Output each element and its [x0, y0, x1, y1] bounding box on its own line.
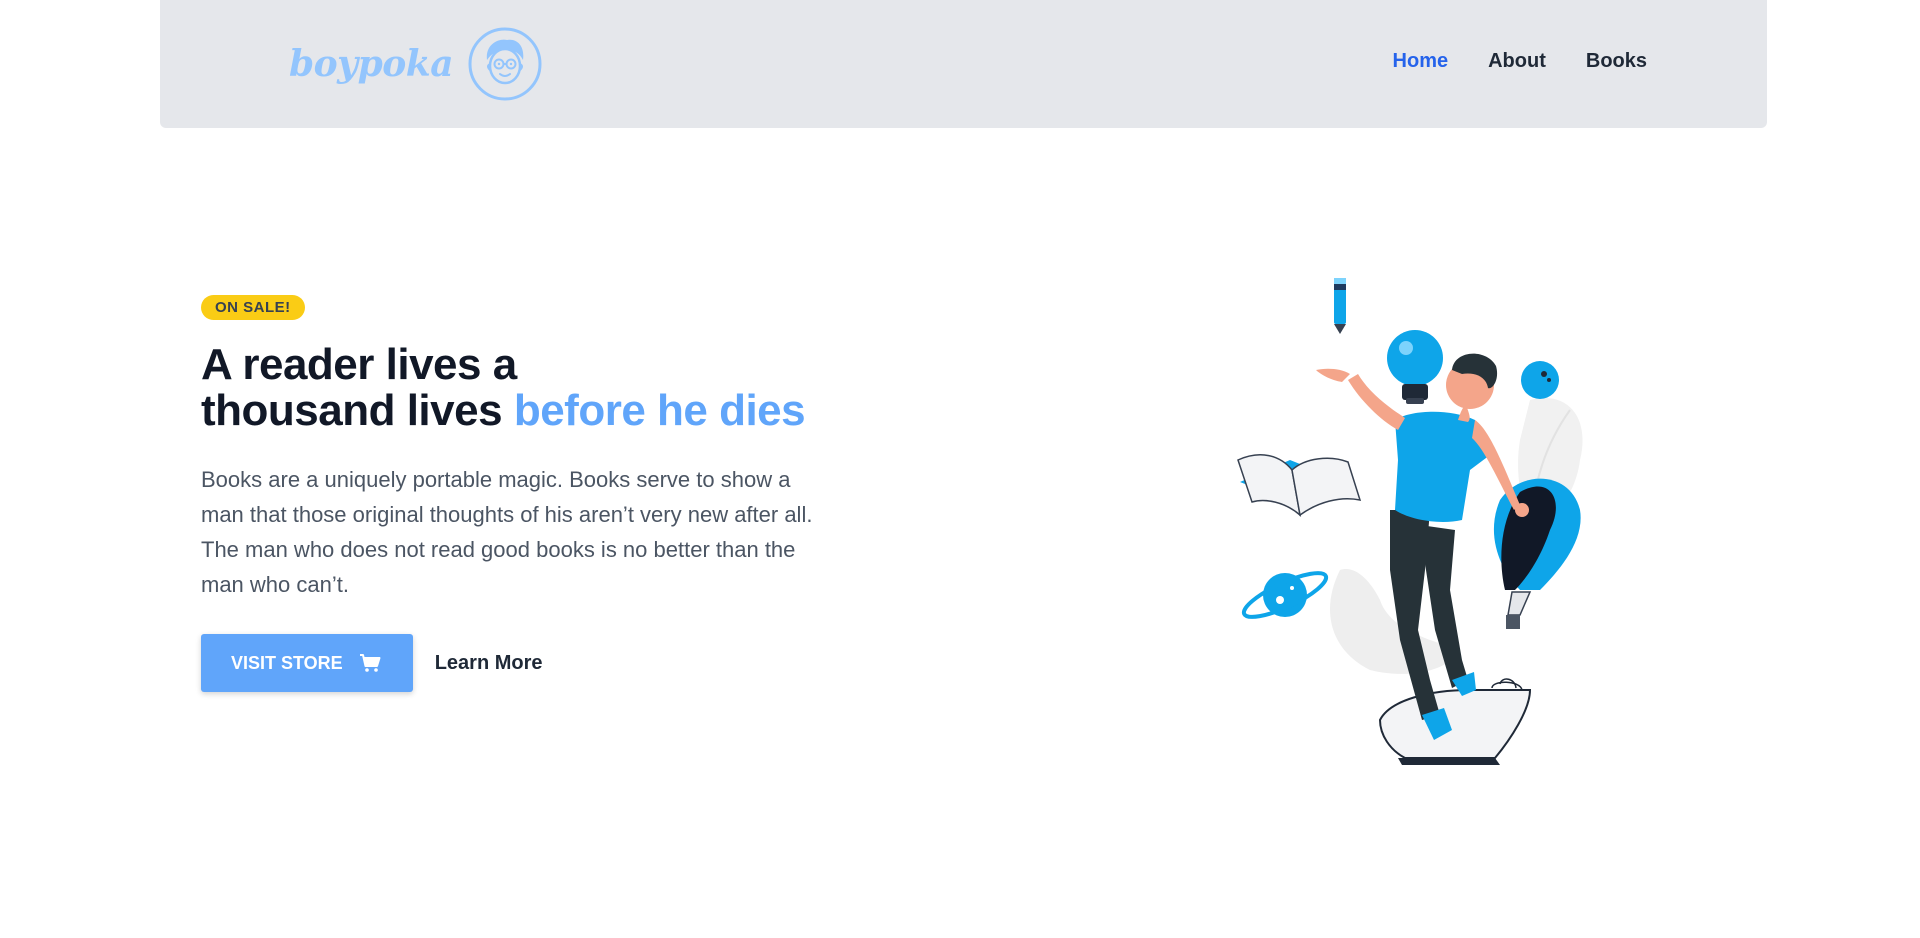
hero-content: ON SALE! A reader lives a thousand lives… [201, 295, 841, 692]
reader-illustration [1237, 278, 1583, 765]
balloon-icon [1493, 478, 1581, 629]
nav-about-link[interactable]: About [1488, 50, 1546, 73]
navbar: boypoka Home About Books [160, 0, 1767, 128]
headline-line-1: A reader lives a [201, 340, 517, 389]
hero-headline: A reader lives a thousand lives before h… [201, 342, 841, 434]
sale-badge: ON SALE! [201, 295, 305, 320]
book-base-icon [1378, 678, 1532, 765]
lightbulb-icon [1387, 330, 1443, 404]
brand-name: boypoka [289, 43, 454, 85]
boy-face-icon [468, 27, 542, 101]
main-nav: Home About Books [1393, 50, 1647, 73]
hero-actions: VISIT STORE Learn More [201, 634, 841, 692]
brand[interactable]: boypoka [289, 25, 543, 103]
hero-description: Books are a uniquely portable magic. Boo… [201, 467, 813, 597]
ball-icon [1521, 361, 1559, 399]
learn-more-button[interactable]: Learn More [435, 652, 543, 675]
nav-home-link[interactable]: Home [1393, 50, 1449, 73]
planet-icon [1241, 571, 1329, 619]
headline-accent: before he dies [513, 386, 806, 435]
visit-store-label: VISIT STORE [231, 652, 343, 673]
cart-icon [359, 654, 381, 672]
headline-line-2: thousand lives [201, 386, 503, 435]
open-book-icon [1237, 454, 1362, 517]
nav-books-link[interactable]: Books [1586, 50, 1647, 73]
visit-store-button[interactable]: VISIT STORE [201, 634, 413, 692]
pencil-icon [1334, 278, 1346, 334]
